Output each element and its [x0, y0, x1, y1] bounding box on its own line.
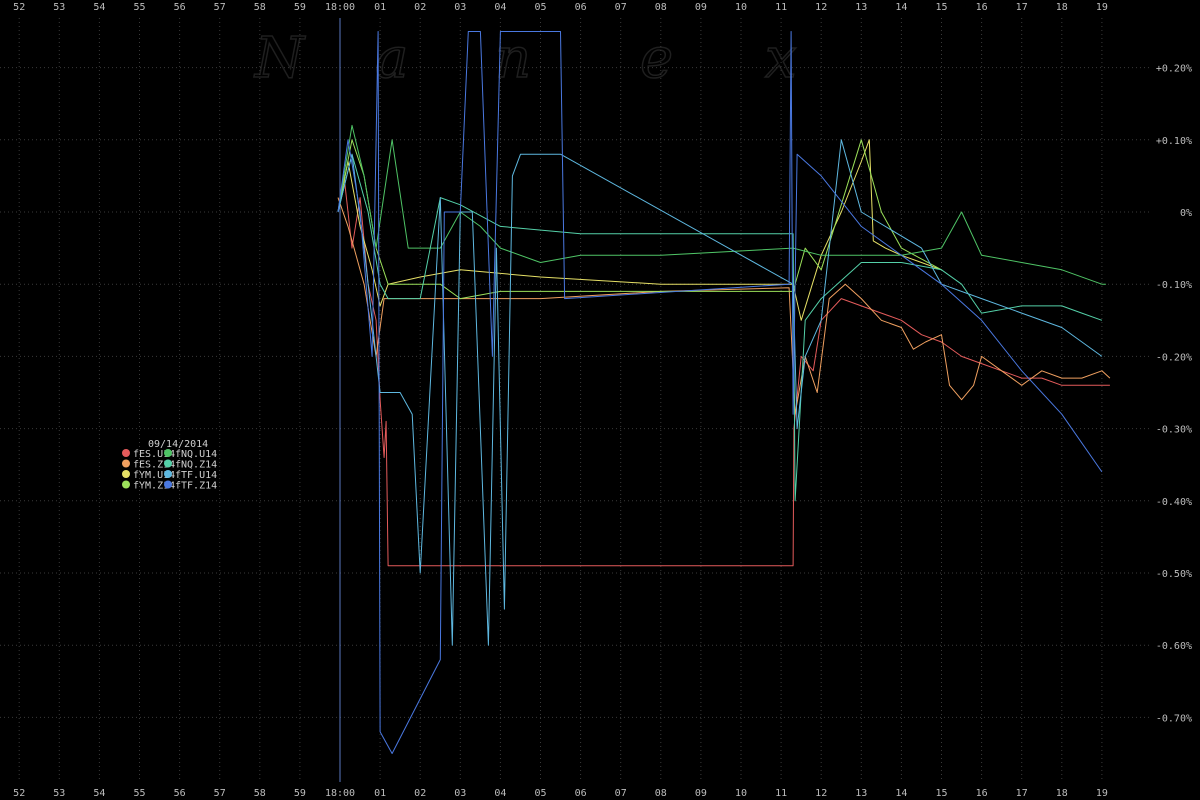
x-tick-label-top: 11: [775, 2, 787, 13]
intraday-percent-change-chart: Nanex 52 53 54 55 56 57 58 59 18:00 01 02 03 04 05 06 0…: [0, 0, 1200, 800]
x-tick-label-top: 13: [855, 2, 867, 13]
y-tick-label: 0%: [1180, 208, 1192, 219]
x-tick-label-top: 18:00: [325, 2, 355, 13]
legend-swatch: [122, 449, 130, 457]
x-tick-label-top: 58: [254, 2, 266, 13]
x-tick-label-top: 04: [494, 2, 506, 13]
y-tick-label: -0.40%: [1156, 497, 1192, 508]
x-tick-label-bottom: 09: [695, 788, 707, 799]
x-tick-label-bottom: 10: [735, 788, 747, 799]
legend-label: fNQ.Z14: [175, 460, 217, 471]
watermark-letter: N: [253, 26, 306, 91]
x-tick-label-bottom: 13: [855, 788, 867, 799]
y-tick-label: -0.70%: [1156, 713, 1192, 724]
legend-swatch: [164, 480, 172, 489]
legend-label: fTF.Z14: [175, 481, 217, 492]
x-tick-label-bottom: 01: [374, 788, 386, 799]
x-tick-label-bottom: 14: [895, 788, 907, 799]
x-tick-label-bottom: 58: [254, 788, 266, 799]
x-tick-label-top: 57: [214, 2, 226, 13]
x-tick-label-top: 59: [294, 2, 306, 13]
x-tick-label-bottom: 55: [133, 788, 145, 799]
y-tick-label: -0.20%: [1156, 352, 1192, 363]
x-tick-label-bottom: 03: [454, 788, 466, 799]
x-tick-label-bottom: 16: [976, 788, 988, 799]
x-tick-label-top: 18: [1056, 2, 1068, 13]
watermark-letter: e: [640, 26, 673, 91]
x-tick-label-bottom: 53: [53, 788, 65, 799]
x-tick-label-bottom: 59: [294, 788, 306, 799]
x-tick-label-bottom: 56: [174, 788, 186, 799]
legend-swatch: [122, 480, 130, 489]
x-tick-label-top: 55: [133, 2, 145, 13]
legend-swatch: [164, 449, 172, 457]
x-tick-label-top: 14: [895, 2, 907, 13]
x-tick-label-bottom: 11: [775, 788, 787, 799]
chart-background: [0, 0, 1200, 800]
y-tick-label: -0.10%: [1156, 280, 1192, 291]
legend-label: fTF.U14: [175, 470, 217, 481]
x-tick-label-bottom: 18:00: [325, 788, 355, 799]
x-tick-label-top: 56: [174, 2, 186, 13]
x-tick-label-top: 53: [53, 2, 65, 13]
x-tick-label-bottom: 57: [214, 788, 226, 799]
x-tick-label-top: 52: [13, 2, 25, 13]
legend-swatch: [164, 470, 172, 478]
x-tick-label-bottom: 54: [93, 788, 105, 799]
x-tick-label-top: 54: [93, 2, 105, 13]
x-tick-label-bottom: 15: [935, 788, 947, 799]
y-tick-label: -0.50%: [1156, 569, 1192, 580]
legend-label: fNQ.U14: [175, 449, 217, 460]
x-tick-label-top: 16: [976, 2, 988, 13]
x-tick-label-top: 02: [414, 2, 426, 13]
x-tick-label-bottom: 08: [655, 788, 667, 799]
x-tick-label-bottom: 06: [575, 788, 587, 799]
legend-swatch: [122, 470, 130, 478]
y-tick-label: -0.60%: [1156, 641, 1192, 652]
x-tick-label-bottom: 52: [13, 788, 25, 799]
x-tick-label-bottom: 05: [534, 788, 546, 799]
y-tick-label: -0.30%: [1156, 425, 1192, 436]
x-tick-label-bottom: 04: [494, 788, 506, 799]
x-tick-label-bottom: 17: [1016, 788, 1028, 799]
x-tick-label-top: 01: [374, 2, 386, 13]
x-tick-label-bottom: 18: [1056, 788, 1068, 799]
y-tick-label: +0.10%: [1156, 136, 1192, 147]
legend-swatch: [122, 459, 130, 468]
x-tick-label-top: 15: [935, 2, 947, 13]
x-tick-label-bottom: 07: [615, 788, 627, 799]
x-tick-label-bottom: 19: [1096, 788, 1108, 799]
x-tick-label-top: 08: [655, 2, 667, 13]
x-tick-label-top: 19: [1096, 2, 1108, 13]
x-tick-label-top: 09: [695, 2, 707, 13]
x-tick-label-top: 07: [615, 2, 627, 13]
x-tick-label-top: 05: [534, 2, 546, 13]
x-tick-label-top: 06: [575, 2, 587, 13]
x-tick-label-top: 17: [1016, 2, 1028, 13]
x-tick-label-bottom: 12: [815, 788, 827, 799]
x-tick-label-top: 12: [815, 2, 827, 13]
x-tick-label-top: 10: [735, 2, 747, 13]
legend-swatch: [164, 459, 172, 468]
x-tick-label-bottom: 02: [414, 788, 426, 799]
y-tick-label: +0.20%: [1156, 64, 1192, 75]
x-tick-label-top: 03: [454, 2, 466, 13]
